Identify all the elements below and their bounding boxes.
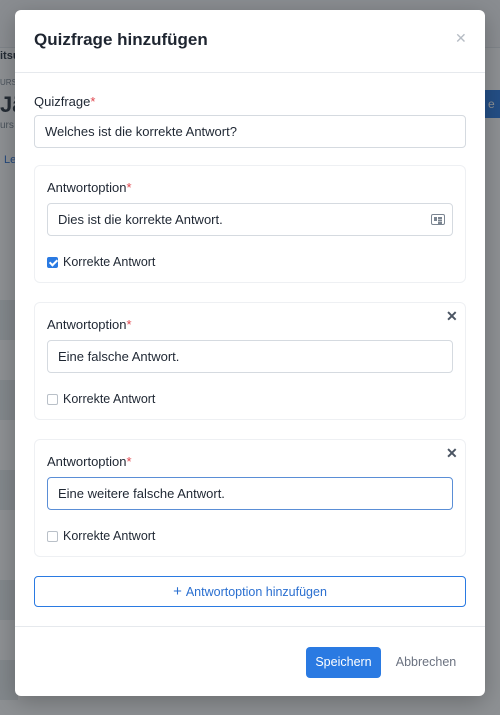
correct-answer-label: Korrekte Antwort: [63, 529, 156, 543]
remove-answer-icon[interactable]: ✕: [446, 308, 458, 325]
correct-answer-label: Korrekte Antwort: [63, 392, 156, 406]
cancel-button[interactable]: Abbrechen: [391, 647, 461, 678]
required-marker: *: [126, 180, 132, 195]
save-button[interactable]: Speichern: [306, 647, 381, 678]
answer-option-input[interactable]: Dies ist die korrekte Antwort.: [47, 203, 453, 236]
answer-option-card: ✕ Antwortoption* Eine falsche Antwort. K…: [34, 302, 466, 420]
contact-card-icon[interactable]: [431, 214, 445, 225]
answer-option-label: Antwortoption*: [47, 454, 132, 469]
answer-option-label: Antwortoption*: [47, 317, 132, 332]
add-quiz-question-dialog: Quizfrage hinzufügen ✕ Quizfrage* Welche…: [15, 10, 485, 696]
add-answer-option-label: Antwortoption hinzufügen: [185, 585, 327, 599]
correct-answer-label: Korrekte Antwort: [63, 255, 156, 269]
required-marker: *: [90, 94, 96, 109]
modal-header: Quizfrage hinzufügen ✕: [15, 10, 485, 73]
modal-title: Quizfrage hinzufügen: [34, 30, 208, 49]
correct-answer-checkbox[interactable]: [47, 531, 58, 542]
required-marker: *: [126, 317, 132, 332]
remove-answer-icon[interactable]: ✕: [446, 445, 458, 462]
correct-answer-checkbox[interactable]: [47, 394, 58, 405]
answer-option-label: Antwortoption*: [47, 180, 132, 195]
required-marker: *: [126, 454, 132, 469]
answer-option-input[interactable]: Eine weitere falsche Antwort.: [47, 477, 453, 510]
answer-option-input[interactable]: Eine falsche Antwort.: [47, 340, 453, 373]
question-input[interactable]: Welches ist die korrekte Antwort?: [34, 115, 466, 148]
modal-footer: Speichern Abbrechen: [15, 626, 485, 696]
plus-icon: +: [173, 583, 182, 600]
question-label: Quizfrage*: [34, 94, 96, 109]
answer-option-card: ✕ Antwortoption* Eine weitere falsche An…: [34, 439, 466, 557]
correct-answer-checkbox[interactable]: [47, 257, 58, 268]
add-answer-option-button[interactable]: + Antwortoption hinzufügen: [34, 576, 466, 607]
close-icon[interactable]: ✕: [455, 30, 467, 47]
answer-option-card: Antwortoption* Dies ist die korrekte Ant…: [34, 165, 466, 283]
